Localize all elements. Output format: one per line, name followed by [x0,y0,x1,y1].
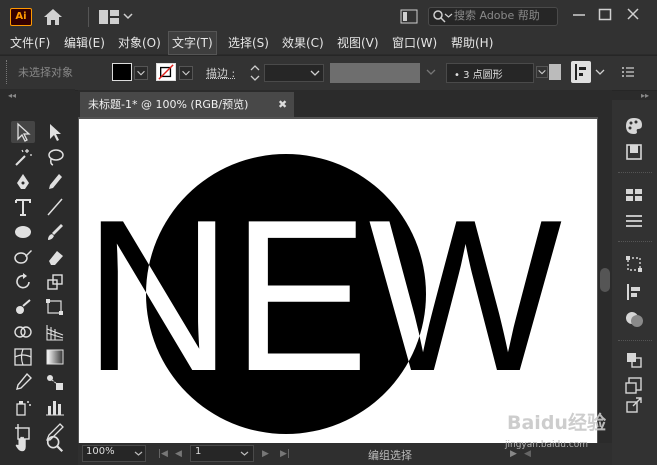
menu-list-icon[interactable] [621,65,635,79]
workspace-layout-icon[interactable] [98,9,120,25]
artwork[interactable]: NEW NEW [79,119,597,443]
chevron-down-icon [444,13,453,18]
transform-icon[interactable] [624,254,644,274]
style-swatch[interactable] [549,64,561,80]
layers-icon[interactable] [624,350,644,370]
previous-artboard-icon[interactable]: ◀ [175,449,182,459]
home-icon[interactable] [43,8,63,26]
artboards-icon[interactable] [624,376,644,396]
menu-edit[interactable]: 编辑(E) [64,32,105,54]
symbol-sprayer-tool-icon[interactable] [11,396,35,418]
close-tab-icon[interactable]: ✖ [278,98,287,111]
export-icon[interactable] [624,395,644,415]
eraser-tool-icon[interactable] [43,246,67,268]
next-artboard-icon[interactable]: ▶ [262,449,269,459]
curvature-tool-icon[interactable] [43,171,67,193]
shaper-tool-icon[interactable] [11,246,35,268]
chevron-down-icon[interactable] [134,449,143,458]
title-divider [88,7,89,27]
zoom-tool-icon[interactable] [43,434,67,454]
artboard-number-value: 1 [195,446,202,457]
stroke-panel-icon[interactable] [624,211,644,231]
scrollbar-thumb[interactable] [600,268,610,292]
align-panel-icon[interactable] [624,282,644,302]
selection-status: 未选择对象 [18,66,73,79]
menu-view[interactable]: 视图(V) [337,32,379,54]
app-logo: Ai [10,8,32,26]
brush-definition-value: • 3 点圆形 [454,70,503,81]
baidu-watermark: Baidu经验 [507,411,607,434]
scale-tool-icon[interactable] [43,271,67,293]
stroke-swatch[interactable] [156,63,176,81]
chevron-down-icon[interactable] [122,10,134,22]
dock-divider [618,241,652,242]
dock-divider [618,172,652,173]
pen-tool-icon[interactable] [11,171,35,193]
perspective-grid-tool-icon[interactable] [43,321,67,343]
maximize-icon[interactable] [598,7,612,21]
direct-selection-tool-icon[interactable] [43,121,67,143]
chevron-down-icon[interactable] [309,67,321,79]
mesh-tool-icon[interactable] [11,346,35,368]
dock-divider [618,340,652,341]
menu-type[interactable]: 文字(T) [168,31,217,55]
column-graph-tool-icon[interactable] [43,396,67,418]
magic-wand-tool-icon[interactable] [11,146,35,168]
stroke-stepper-icon[interactable] [249,63,261,83]
chevron-down-icon[interactable] [134,66,148,80]
menu-effect[interactable]: 效果(C) [282,32,324,54]
artboard[interactable]: NEW NEW [79,119,597,443]
tools-panel [7,117,75,465]
swatches-icon[interactable] [624,185,644,205]
menu-file[interactable]: 文件(F) [10,32,50,54]
ellipse-tool-icon[interactable] [11,221,35,243]
chevron-down-icon[interactable] [240,449,249,458]
current-tool-status[interactable]: 编组选择 [368,447,412,463]
minimize-icon[interactable] [572,9,586,21]
chevron-down-icon[interactable] [425,66,437,78]
panel-grip[interactable] [6,60,11,84]
hand-tool-icon[interactable] [11,434,35,454]
color-guide-icon[interactable] [624,142,644,162]
chevron-down-icon[interactable] [594,66,606,78]
close-icon[interactable] [626,7,640,21]
paintbrush-tool-icon[interactable] [43,221,67,243]
watermark-brand: Baidu经验 [507,411,607,434]
pathfinder-icon[interactable] [624,309,644,329]
variable-width-profile[interactable] [330,63,420,83]
lasso-tool-icon[interactable] [43,146,67,168]
panel-toggle-icon[interactable] [400,9,418,24]
menu-select[interactable]: 选择(S) [228,32,269,54]
chevron-down-icon[interactable] [536,66,548,78]
gradient-tool-icon[interactable] [43,346,67,368]
search-placeholder: 搜索 Adobe 帮助 [454,9,540,22]
stroke-label[interactable]: 描边 : [206,65,235,81]
color-panel-icon[interactable] [624,116,644,136]
last-artboard-icon[interactable]: ▶| [280,449,290,459]
selection-tool-icon[interactable] [11,121,35,143]
line-segment-tool-icon[interactable] [43,196,67,218]
menu-help[interactable]: 帮助(H) [451,32,493,54]
rotate-tool-icon[interactable] [11,271,35,293]
fill-swatch[interactable] [112,63,132,81]
type-tool-icon[interactable] [11,196,35,218]
zoom-level-value: 100% [86,446,115,457]
warp-tool-icon[interactable] [11,296,35,318]
menu-object[interactable]: 对象(O) [118,32,161,54]
eyedropper-tool-icon[interactable] [11,371,35,393]
collapse-left-icon[interactable]: ◂◂ [8,91,16,100]
blend-tool-icon[interactable] [43,371,67,393]
free-transform-tool-icon[interactable] [43,296,67,318]
collapse-right-icon[interactable]: ▸▸ [641,91,649,100]
dock-header [612,89,657,99]
align-icon[interactable] [571,61,591,83]
document-tab-title[interactable]: 未标题-1* @ 100% (RGB/预览) [88,96,248,112]
menu-window[interactable]: 窗口(W) [392,32,437,54]
watermark-url: jingyan.baidu.com [505,440,589,450]
shape-builder-tool-icon[interactable] [11,321,35,343]
first-artboard-icon[interactable]: |◀ [158,449,168,459]
chevron-down-icon[interactable] [179,66,193,80]
